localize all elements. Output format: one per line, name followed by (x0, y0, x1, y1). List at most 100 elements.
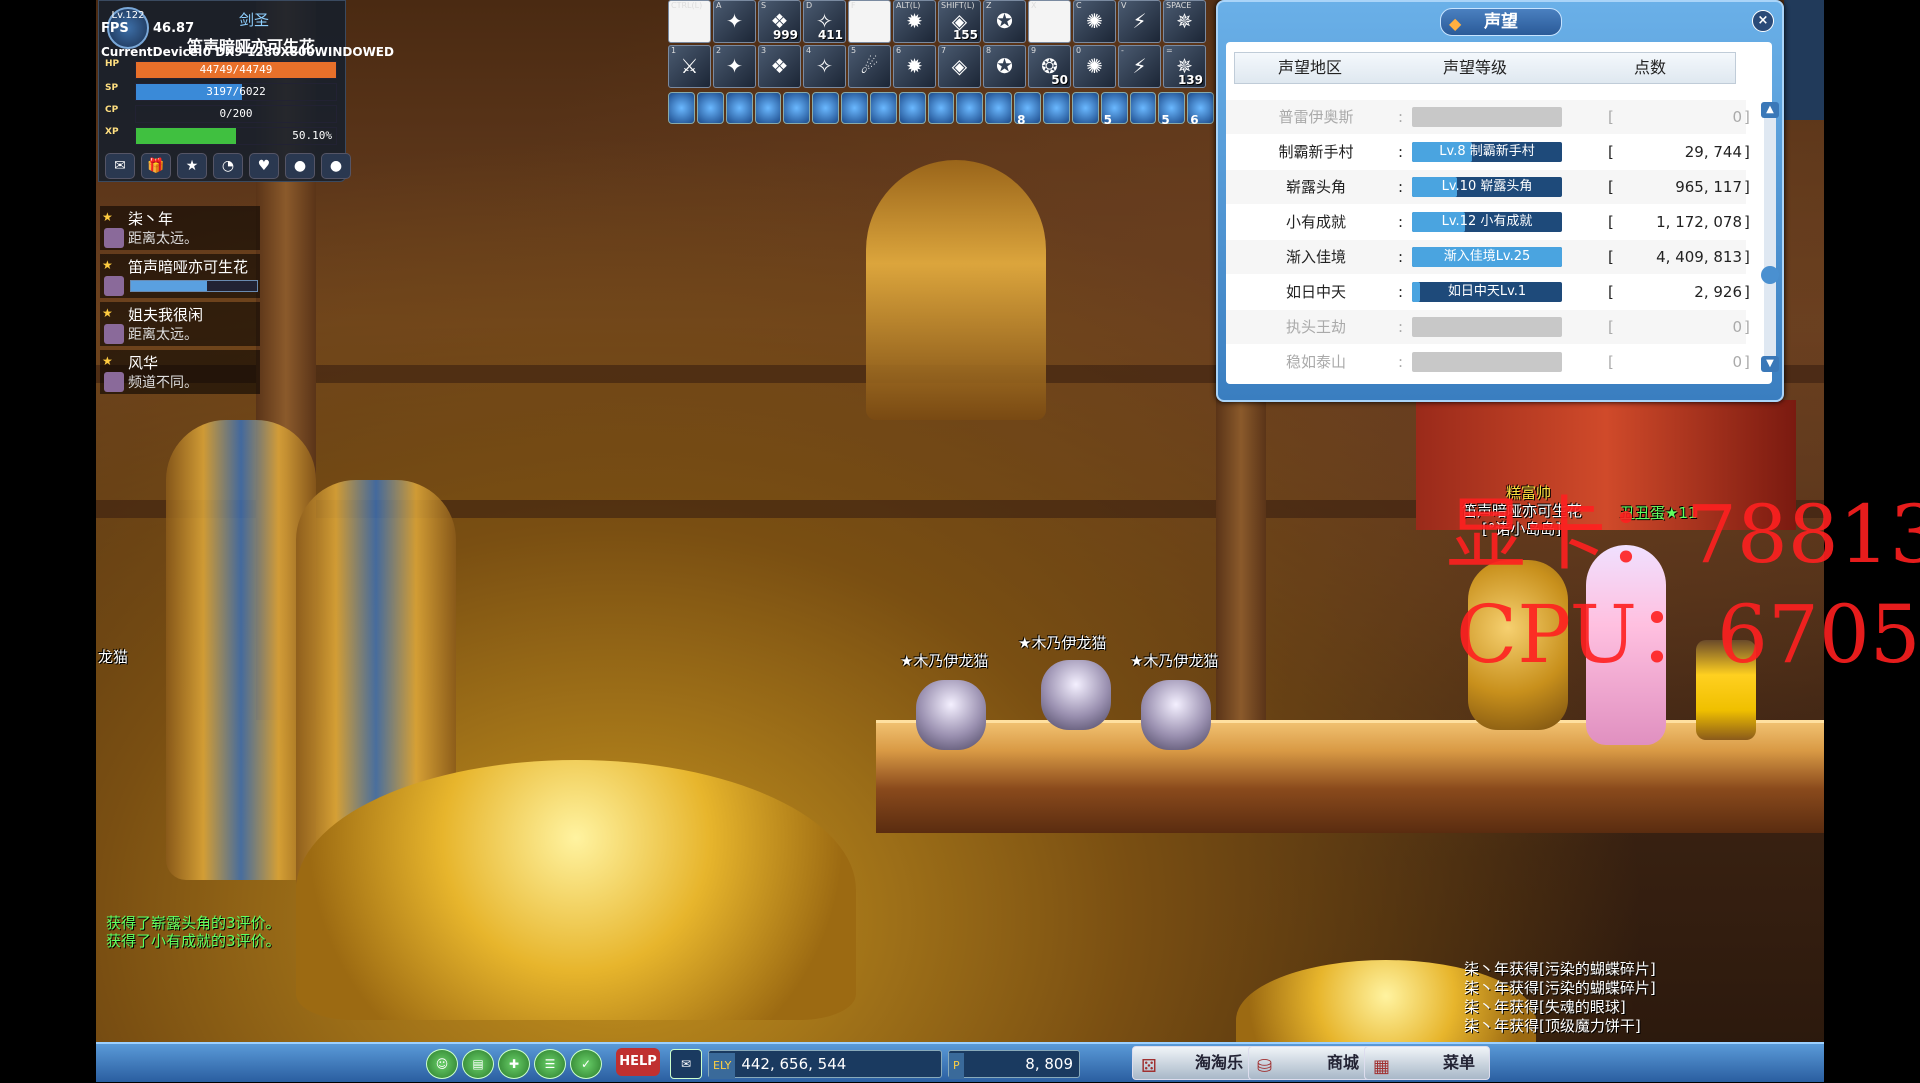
skill-icon: ⚔ (680, 54, 699, 78)
bracket: ] (1744, 353, 1750, 371)
skill-slot[interactable]: Z ✪ (983, 0, 1026, 43)
party-member[interactable]: ★ 柒丶年 距离太远。 (100, 206, 260, 250)
skill-slot[interactable]: 6 ✹ (893, 45, 936, 88)
status-panel: Lv.122 剑圣 FPS 46.87 笛声暗哑亦可生花 CurrentDevi… (98, 0, 394, 182)
buff-icon[interactable] (1129, 92, 1157, 124)
heart-icon[interactable]: ♥ (249, 153, 279, 179)
gift-icon[interactable]: 🎁 (141, 153, 171, 179)
reputation-row[interactable]: 制霸新手村: Lv.8 制霸新手村 [29, 744] (1226, 135, 1750, 169)
skill-slot[interactable]: 2 ✦ (713, 45, 756, 88)
chat-button[interactable]: ✉ (670, 1049, 702, 1079)
stats-button[interactable]: ✓ (570, 1049, 602, 1079)
buff-icon[interactable] (1071, 92, 1099, 124)
table-header: 声望地区 声望等级 点数 (1234, 52, 1736, 84)
reputation-row[interactable]: 执头王劫: [0] (1226, 310, 1750, 344)
skill-slot[interactable]: SHIFT(L) ◈ 155 (938, 0, 981, 43)
mummy-mob[interactable] (1141, 680, 1211, 750)
reputation-level-bar (1412, 107, 1562, 127)
buff-count: 6 (1190, 113, 1199, 127)
separator: : (1398, 143, 1404, 161)
scroll-down-button[interactable]: ▼ (1761, 356, 1779, 372)
mail-icon[interactable]: ✉ (105, 153, 135, 179)
menu-button[interactable]: ▦ 菜单 (1364, 1046, 1490, 1080)
gold-pile (296, 760, 856, 1020)
skill-slot[interactable]: 8 ✪ (983, 45, 1026, 88)
orb-icon[interactable]: ● (285, 153, 315, 179)
chat-icon: ✉ (680, 1057, 692, 1071)
reputation-row[interactable]: 稳如泰山: [0] (1226, 345, 1750, 379)
skill-slot[interactable]: 9 ❂ 50 (1028, 45, 1071, 88)
skill-slot[interactable]: - ⚡ (1118, 45, 1161, 88)
skill-icon: ✹ (906, 54, 923, 78)
buff-icon[interactable] (783, 92, 811, 124)
bracket: [ (1608, 248, 1614, 266)
reputation-row[interactable]: 渐入佳境: 渐入佳境Lv.25 [4, 409, 813] (1226, 240, 1750, 274)
skill-slot[interactable]: X (1028, 0, 1071, 43)
skill-slot[interactable]: A ✦ (713, 0, 756, 43)
orb2-icon[interactable]: ● (321, 153, 351, 179)
buff-icon[interactable] (812, 92, 840, 124)
skill-slot[interactable]: CTRL(L) (668, 0, 711, 43)
scroll-thumb[interactable] (1761, 266, 1779, 284)
buff-icon[interactable] (869, 92, 897, 124)
avatar (104, 228, 124, 248)
buff-icon[interactable]: 8 (1014, 92, 1041, 127)
party-member[interactable]: ★ 姐夫我很闲 距离太远。 (100, 302, 260, 346)
reputation-row[interactable]: 崭露头角: Lv.10 崭露头角 [965, 117] (1226, 170, 1750, 204)
skill-slot[interactable]: 7 ◈ (938, 45, 981, 88)
scroll-up-button[interactable]: ▲ (1761, 102, 1779, 118)
skill-slot[interactable]: ALT(L) ✹ (893, 0, 936, 43)
skill-slot[interactable]: 1 ⚔ (668, 45, 711, 88)
offscreen-nametag: 龙猫 (98, 648, 129, 666)
buff-icon[interactable]: 5 (1158, 92, 1186, 127)
skill-slot[interactable]: D ✧ 411 (803, 0, 846, 43)
reputation-points: 965, 117 (1675, 178, 1742, 196)
clock-icon[interactable]: ◔ (213, 153, 243, 179)
close-button[interactable]: × (1752, 10, 1774, 32)
skills-button[interactable]: ✚ (498, 1049, 530, 1079)
skill-slot[interactable]: 3 ❖ (758, 45, 801, 88)
reputation-window: ◆ 声望 × 声望地区 声望等级 点数 普雷伊奥斯: [0] 制霸新手村: Lv.8 … (1216, 0, 1784, 402)
mummy-mob[interactable] (916, 680, 986, 750)
skill-slot[interactable]: 5 ☄ (848, 45, 891, 88)
buff-icon[interactable]: 5 (1100, 92, 1128, 127)
buff-icon[interactable] (696, 92, 724, 124)
community-button[interactable]: ☺ (426, 1049, 458, 1079)
buff-icon[interactable] (668, 92, 695, 124)
reputation-level-bar: 如日中天Lv.1 (1412, 282, 1562, 302)
skill-slot[interactable]: 0 ✺ (1073, 45, 1116, 88)
buff-icon[interactable] (841, 92, 868, 124)
party-member[interactable]: ★ 风华 频道不同。 (100, 350, 260, 394)
reputation-row[interactable]: 小有成就: Lv.12 小有成就 [1, 172, 078] (1226, 205, 1750, 239)
star-icon[interactable]: ★ (177, 153, 207, 179)
skill-slot[interactable]: S ❖ 999 (758, 0, 801, 43)
skill-slot[interactable]: = ✵ 139 (1163, 45, 1206, 88)
loot-message: 柒丶年获得[污染的蝴蝶碎片] (1464, 979, 1656, 997)
buff-icon[interactable] (985, 92, 1013, 124)
bracket: [ (1608, 143, 1614, 161)
reputation-row[interactable]: 普雷伊奥斯: [0] (1226, 100, 1750, 134)
help-button[interactable]: HELP (616, 1048, 660, 1076)
party-member[interactable]: ★ 笛声暗哑亦可生花 (100, 254, 260, 298)
skill-slot[interactable]: SPACE ✵ (1163, 0, 1206, 43)
shop-button[interactable]: ⛁ 商城 (1248, 1046, 1374, 1080)
skill-slot[interactable]: C ✺ (1073, 0, 1116, 43)
inventory-button[interactable]: ▤ (462, 1049, 494, 1079)
buff-icon[interactable] (1042, 92, 1070, 124)
taotaole-button[interactable]: ⚄ 淘淘乐 (1132, 1046, 1258, 1080)
buff-icon[interactable] (898, 92, 926, 124)
buff-icon[interactable] (725, 92, 753, 124)
quest-button[interactable]: ☰ (534, 1049, 566, 1079)
skill-slot[interactable]: F (848, 0, 891, 43)
skill-slot[interactable]: 4 ✧ (803, 45, 846, 88)
scrollbar[interactable]: ▲ ▼ (1761, 102, 1779, 372)
buff-icon[interactable] (956, 92, 984, 124)
buff-icon[interactable] (754, 92, 782, 124)
reputation-level-bar (1412, 317, 1562, 337)
window-title[interactable]: ◆ 声望 (1440, 8, 1562, 36)
skill-slot[interactable]: V ⚡ (1118, 0, 1161, 43)
buff-icon[interactable] (927, 92, 955, 124)
buff-icon[interactable]: 6 (1187, 92, 1215, 127)
reputation-row[interactable]: 如日中天: 如日中天Lv.1 [2, 926] (1226, 275, 1750, 309)
mummy-mob[interactable] (1041, 660, 1111, 730)
